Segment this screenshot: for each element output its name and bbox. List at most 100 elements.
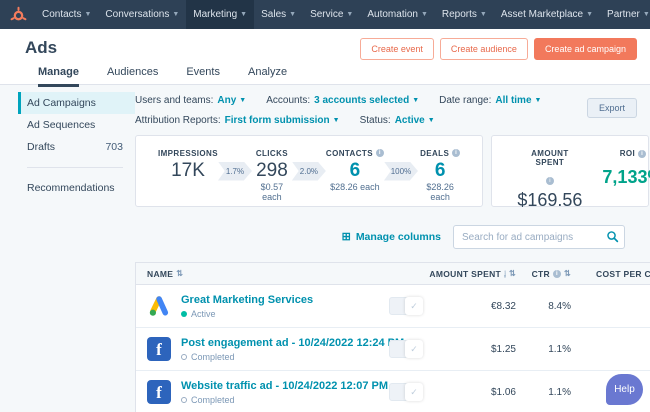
sidebar-item-label: Drafts bbox=[27, 141, 56, 153]
metric-deals: DEALS i 6 $28.26 each bbox=[418, 149, 462, 202]
metric-sub: $28.26 each bbox=[330, 182, 380, 193]
filter-accounts: Accounts: 3 accounts selected ▼ bbox=[266, 95, 419, 106]
campaign-name-link[interactable]: Post engagement ad - 10/24/2022 12:24 PM bbox=[181, 337, 404, 349]
column-header-cost-per-click: COST PER CLICK bbox=[571, 269, 650, 279]
nav-item-label: Contacts bbox=[42, 9, 82, 20]
nav-item-label: Conversations bbox=[105, 9, 170, 20]
search-input[interactable] bbox=[453, 225, 625, 249]
nav-item-service[interactable]: Service ▼ bbox=[303, 0, 360, 29]
columns-grid-icon: ⊞ bbox=[341, 230, 351, 243]
filter-users-and-teams: Users and teams: Any ▼ bbox=[135, 95, 246, 106]
filter-status: Status: Active ▼ bbox=[360, 115, 435, 126]
create-ad-campaign-button[interactable]: Create ad campaign bbox=[533, 38, 637, 60]
nav-item-asset-marketplace[interactable]: Asset Marketplace ▼ bbox=[494, 0, 600, 29]
metric-label: CONTACTS bbox=[325, 148, 373, 158]
create-audience-button[interactable]: Create audience bbox=[439, 38, 528, 60]
export-button[interactable]: Export bbox=[586, 98, 637, 118]
sidebar-item-ad-campaigns[interactable]: Ad Campaigns bbox=[18, 92, 135, 114]
nav-item-marketing[interactable]: Marketing ▼ bbox=[186, 0, 255, 29]
metric-value: 17K bbox=[171, 159, 205, 181]
accounts-dropdown[interactable]: 3 accounts selected ▼ bbox=[314, 95, 419, 106]
manage-columns-label: Manage columns bbox=[355, 231, 441, 243]
filter-value: Any bbox=[217, 95, 237, 106]
sidebar-item-ad-sequences[interactable]: Ad Sequences bbox=[18, 114, 135, 136]
drafts-count-badge: 703 bbox=[105, 141, 123, 153]
metric-value: 6 bbox=[349, 159, 361, 181]
chevron-down-icon: ▼ bbox=[289, 11, 297, 18]
campaign-name-link[interactable]: Great Marketing Services bbox=[181, 294, 313, 306]
toggle-knob-check-icon: ✓ bbox=[405, 297, 423, 315]
nav-item-sales[interactable]: Sales ▼ bbox=[254, 0, 303, 29]
tab-analyze[interactable]: Analyze bbox=[248, 66, 287, 87]
status-dot-active bbox=[181, 310, 187, 317]
filter-value: All time bbox=[495, 95, 532, 106]
status-dot-completed bbox=[181, 353, 187, 360]
create-event-button[interactable]: Create event bbox=[360, 38, 434, 60]
campaign-on-off-toggle[interactable]: ✓ bbox=[389, 297, 423, 315]
nav-item-partner[interactable]: Partner ▼ bbox=[600, 0, 650, 29]
chevron-down-icon: ▼ bbox=[412, 97, 420, 104]
sidebar-item-label: Ad Sequences bbox=[27, 119, 96, 131]
ctr-cell: 8.4% bbox=[548, 300, 571, 312]
main-panel: Users and teams: Any ▼ Accounts: 3 accoun… bbox=[135, 85, 650, 412]
sidebar-item-drafts[interactable]: Drafts 703 bbox=[18, 136, 135, 158]
chevron-down-icon: ▼ bbox=[240, 11, 248, 18]
table-row: Great Marketing Services Active ✓ €8.32 … bbox=[136, 285, 650, 328]
metric-clicks: CLICKS 298 $0.57 each bbox=[252, 149, 292, 203]
nav-item-automation[interactable]: Automation ▼ bbox=[360, 0, 435, 29]
nav-item-conversations[interactable]: Conversations ▼ bbox=[98, 0, 186, 29]
spend-roi-card: AMOUNT SPENT i $169.56 ROIi 7,133% bbox=[491, 135, 650, 210]
conversion-rate-arrow: 100% bbox=[383, 161, 418, 181]
chevron-down-icon: ▼ bbox=[346, 11, 354, 18]
top-navigation: Contacts ▼ Conversations ▼ Marketing ▼ Sale… bbox=[0, 0, 650, 29]
attribution-reports-dropdown[interactable]: First form submission ▼ bbox=[225, 115, 340, 126]
info-icon[interactable]: i bbox=[638, 149, 647, 158]
conversion-rate-arrow: 1.7% bbox=[217, 161, 252, 181]
tab-audiences[interactable]: Audiences bbox=[107, 66, 158, 87]
chevron-down-icon: ▼ bbox=[642, 11, 650, 18]
campaign-on-off-toggle[interactable]: ✓ bbox=[389, 383, 423, 401]
status-badge: Completed bbox=[181, 395, 388, 405]
ads-page: Contacts ▼ Conversations ▼ Marketing ▼ Sale… bbox=[0, 0, 650, 412]
chevron-down-icon: ▼ bbox=[332, 117, 340, 124]
search-icon[interactable] bbox=[606, 230, 619, 243]
column-header-name[interactable]: NAME ⇅ bbox=[136, 269, 376, 279]
sidebar-item-label: Ad Campaigns bbox=[27, 97, 96, 109]
filter-label: Accounts: bbox=[266, 95, 311, 106]
metric-contacts: CONTACTS i 6 $28.26 each bbox=[326, 149, 384, 194]
column-header-amount-spent[interactable]: AMOUNT SPENT i ⇅ bbox=[429, 269, 516, 279]
tab-events[interactable]: Events bbox=[186, 66, 220, 87]
hubspot-logo-icon[interactable] bbox=[10, 6, 27, 24]
chevron-down-icon: ▼ bbox=[427, 117, 435, 124]
page-header: Ads Create event Create audience Create … bbox=[0, 29, 650, 87]
campaign-name-link[interactable]: Website traffic ad - 10/24/2022 12:07 PM bbox=[181, 380, 388, 392]
info-icon[interactable]: i bbox=[504, 269, 506, 278]
date-range-dropdown[interactable]: All time ▼ bbox=[495, 95, 541, 106]
table-toolbar: ⊞ Manage columns bbox=[135, 225, 625, 249]
info-icon[interactable]: i bbox=[452, 149, 461, 158]
header-actions: Create event Create audience Create ad c… bbox=[360, 38, 637, 60]
filter-label: Users and teams: bbox=[135, 95, 214, 106]
tab-manage[interactable]: Manage bbox=[38, 66, 79, 87]
metric-label: IMPRESSIONS bbox=[158, 148, 218, 158]
toggle-knob-check-icon: ✓ bbox=[405, 340, 423, 358]
info-icon[interactable]: i bbox=[552, 269, 561, 278]
users-and-teams-dropdown[interactable]: Any ▼ bbox=[217, 95, 246, 106]
ctr-cell: 1.1% bbox=[548, 386, 571, 398]
sidebar-item-recommendations[interactable]: Recommendations bbox=[18, 177, 135, 199]
chevron-down-icon: ▼ bbox=[586, 11, 594, 18]
nav-item-reports[interactable]: Reports ▼ bbox=[435, 0, 494, 29]
info-icon[interactable]: i bbox=[545, 177, 554, 185]
chevron-down-icon: ▼ bbox=[239, 97, 247, 104]
info-icon[interactable]: i bbox=[375, 149, 384, 158]
column-header-ctr[interactable]: CTR i ⇅ bbox=[516, 269, 571, 279]
nav-item-contacts[interactable]: Contacts ▼ bbox=[35, 0, 98, 29]
column-label: COST PER CLICK bbox=[596, 268, 650, 279]
amount-spent-cell: €8.32 bbox=[490, 300, 516, 312]
status-dropdown[interactable]: Active ▼ bbox=[395, 115, 435, 126]
help-button[interactable]: Help bbox=[606, 374, 643, 405]
divider bbox=[27, 167, 123, 168]
nav-item-label: Service bbox=[310, 9, 344, 20]
campaign-on-off-toggle[interactable]: ✓ bbox=[389, 340, 423, 358]
manage-columns-button[interactable]: ⊞ Manage columns bbox=[342, 231, 441, 243]
